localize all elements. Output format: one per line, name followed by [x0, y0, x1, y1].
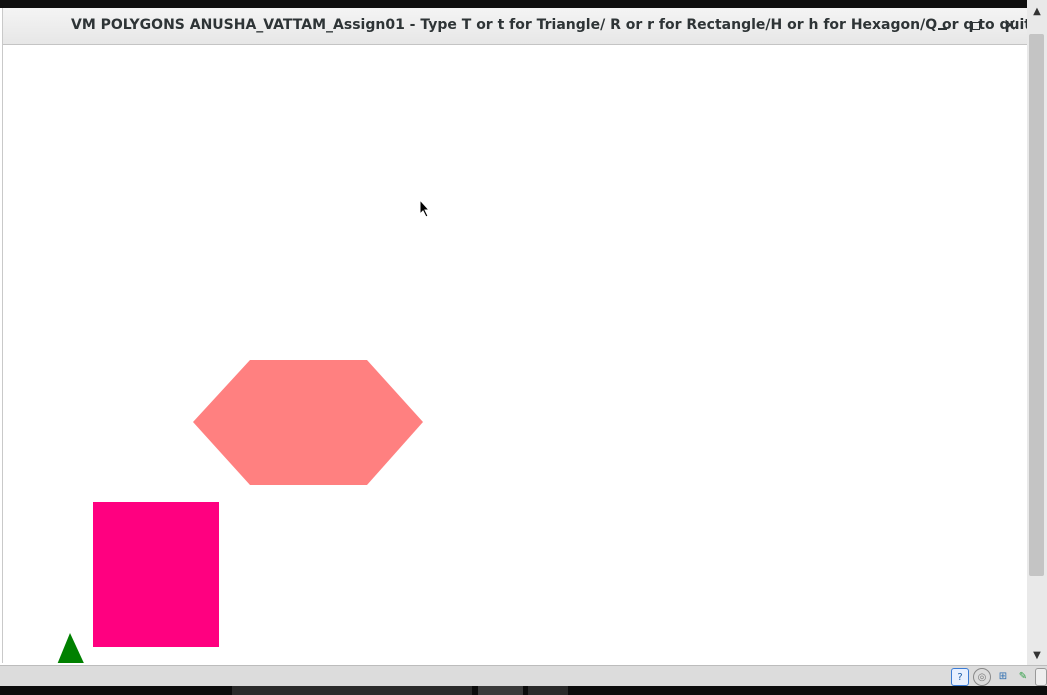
drive-icon[interactable]: [1035, 668, 1047, 686]
title-bar[interactable]: VM POLYGONS ANUSHA_VATTAM_Assign01 - Typ…: [3, 8, 1031, 45]
vertical-scrollbar[interactable]: ▲ ▼: [1027, 0, 1047, 665]
drawing-canvas[interactable]: [3, 45, 1028, 663]
taskbar-item[interactable]: [528, 686, 568, 695]
close-icon: ✕: [1002, 16, 1018, 36]
triangle-shape: [57, 633, 84, 663]
minimize-icon: [937, 28, 947, 30]
top-strip: [0, 0, 1047, 8]
help-icon[interactable]: ?: [951, 668, 969, 686]
taskbar: [0, 686, 1047, 695]
status-icons: ? ◎ ⊞ ✎: [951, 668, 1047, 686]
scroll-up-arrow-icon[interactable]: ▲: [1027, 2, 1047, 20]
cd-icon[interactable]: ◎: [973, 668, 991, 686]
window-title: VM POLYGONS ANUSHA_VATTAM_Assign01 - Typ…: [71, 17, 1031, 33]
maximize-icon: [972, 22, 980, 30]
hexagon-shape: [193, 360, 423, 485]
taskbar-item[interactable]: [478, 686, 523, 695]
taskbar-item[interactable]: [232, 686, 472, 695]
mouse-cursor-icon: [419, 199, 431, 218]
vm-status-bar: ? ◎ ⊞ ✎: [0, 665, 1047, 687]
network-icon[interactable]: ⊞: [995, 668, 1011, 684]
close-button[interactable]: ✕: [998, 14, 1022, 38]
shapes-svg: [57, 360, 423, 663]
scroll-thumb[interactable]: [1029, 34, 1044, 576]
pen-icon[interactable]: ✎: [1015, 668, 1031, 684]
minimize-button[interactable]: [930, 14, 954, 38]
rectangle-shape: [93, 502, 219, 647]
maximize-button[interactable]: [964, 14, 988, 38]
scroll-down-arrow-icon[interactable]: ▼: [1027, 646, 1047, 664]
app-window: VM POLYGONS ANUSHA_VATTAM_Assign01 - Typ…: [2, 8, 1031, 663]
